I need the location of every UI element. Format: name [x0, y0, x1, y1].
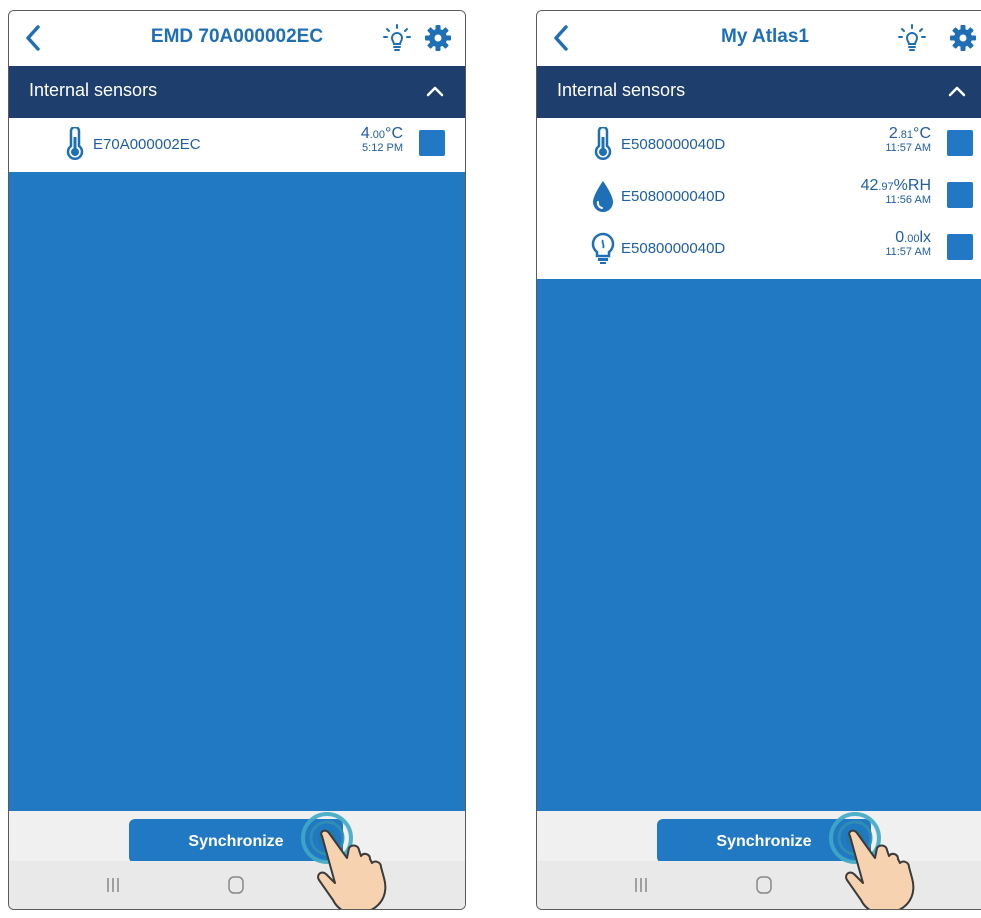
system-nav-bar [9, 861, 465, 909]
reading-time: 11:56 AM [885, 194, 931, 206]
top-bar: My Atlas1 [537, 11, 981, 66]
reading-time: 5:12 PM [362, 142, 403, 154]
reading-integer: 42 [860, 177, 879, 194]
reading-integer: 0 [895, 229, 905, 246]
sensor-id: E5080000040D [621, 188, 726, 205]
synchronize-button[interactable]: Synchronize [129, 819, 343, 863]
internal-sensors-header[interactable]: Internal sensors [537, 66, 981, 118]
gear-icon[interactable] [424, 24, 452, 52]
thermometer-icon [594, 127, 612, 160]
sensor-status-square[interactable] [947, 234, 973, 260]
light-bulb-icon[interactable] [383, 24, 411, 52]
recent-apps-icon[interactable] [103, 875, 123, 895]
reading-unit: lx [919, 229, 931, 246]
light-bulb-icon[interactable] [898, 24, 926, 52]
light-bulb-icon [591, 232, 615, 264]
phone-screen-left: EMD 70A000002EC Internal sensors E70A000… [8, 10, 466, 910]
sensor-row[interactable]: E70A000002EC 4.00°C 5:12 PM [9, 118, 465, 172]
sensor-id: E5080000040D [621, 136, 726, 153]
recent-apps-icon[interactable] [631, 875, 651, 895]
reading-unit: °C [913, 125, 931, 142]
content-area [9, 172, 465, 812]
gear-icon[interactable] [949, 24, 977, 52]
sensor-reading: 42.97%RH 11:56 AM [861, 178, 931, 206]
sensor-row[interactable]: E5080000040D 42.97%RH 11:56 AM [537, 170, 981, 222]
home-icon[interactable] [755, 875, 773, 895]
sensor-status-square[interactable] [947, 182, 973, 208]
reading-time: 11:57 AM [885, 246, 931, 258]
synchronize-button[interactable]: Synchronize [657, 819, 871, 863]
reading-decimal: .00 [369, 129, 386, 141]
chevron-up-icon[interactable] [425, 84, 445, 98]
sensor-id: E70A000002EC [93, 136, 201, 153]
reading-unit: °C [385, 125, 403, 142]
reading-unit: %RH [893, 177, 931, 194]
sensor-row[interactable]: E5080000040D 0.00lx 11:57 AM [537, 222, 981, 274]
sensor-list: E5080000040D 2.81°C 11:57 AM E5080000040… [537, 118, 981, 274]
sensor-status-square[interactable] [947, 130, 973, 156]
reading-integer: 4 [360, 125, 370, 142]
sensor-reading: 0.00lx 11:57 AM [885, 230, 931, 258]
sensor-status-square[interactable] [419, 130, 445, 156]
home-icon[interactable] [227, 875, 245, 895]
phone-screen-right: My Atlas1 Internal sensors E5080000040D … [536, 10, 981, 910]
chevron-up-icon[interactable] [947, 84, 967, 98]
reading-time: 11:57 AM [885, 142, 931, 154]
reading-decimal: .81 [897, 129, 914, 141]
sensor-reading: 2.81°C 11:57 AM [885, 126, 931, 154]
internal-sensors-header[interactable]: Internal sensors [9, 66, 465, 118]
reading-integer: 2 [888, 125, 898, 142]
thermometer-icon [66, 127, 84, 160]
reading-decimal: .97 [878, 181, 894, 193]
system-nav-bar [537, 861, 981, 909]
humidity-drop-icon [593, 181, 613, 212]
reading-decimal: .00 [904, 233, 920, 245]
section-title: Internal sensors [29, 80, 158, 100]
sensor-list: E70A000002EC 4.00°C 5:12 PM [9, 118, 465, 172]
sensor-reading: 4.00°C 5:12 PM [361, 126, 403, 154]
sensor-id: E5080000040D [621, 240, 726, 257]
section-title: Internal sensors [557, 80, 686, 100]
content-area [537, 279, 981, 811]
sensor-row[interactable]: E5080000040D 2.81°C 11:57 AM [537, 118, 981, 170]
top-bar: EMD 70A000002EC [9, 11, 465, 66]
